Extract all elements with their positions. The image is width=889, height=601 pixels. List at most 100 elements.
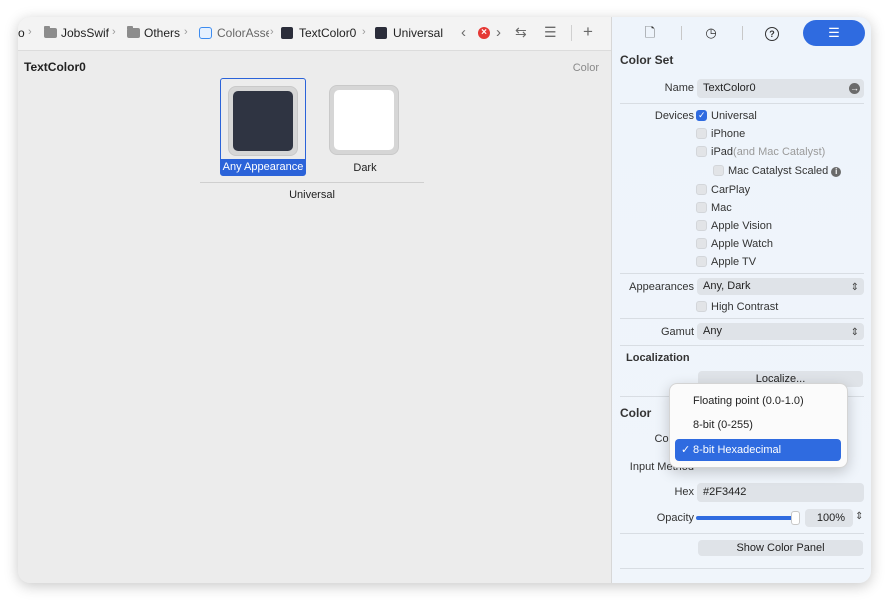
tab-divider	[742, 26, 743, 40]
updown-chevron-icon: ⇕	[850, 327, 859, 338]
color-well[interactable]	[228, 86, 298, 156]
checkbox[interactable]	[696, 128, 707, 139]
hex-value: #2F3442	[703, 486, 747, 498]
device-apple-tv-checkbox[interactable]: Apple TV	[696, 256, 756, 268]
history-inspector-tab[interactable]: ◷	[683, 20, 739, 46]
opacity-slider[interactable]	[696, 516, 800, 520]
stepper-icon[interactable]: ⇕	[855, 511, 863, 522]
section-heading-color-set: Color Set	[620, 53, 674, 67]
attributes-inspector-tab[interactable]: ☰	[803, 20, 865, 46]
color-preview	[233, 91, 293, 151]
file-icon: 🗋	[644, 25, 656, 40]
menu-item-label: Floating point (0.0-1.0)	[693, 395, 804, 407]
checkbox[interactable]	[696, 202, 707, 213]
device-universal-checkbox[interactable]: Universal	[696, 110, 757, 122]
breadcrumb-item[interactable]: ColorAsse	[199, 26, 269, 40]
checkbox[interactable]	[696, 256, 707, 267]
breadcrumb-separator: ›	[112, 26, 116, 38]
divider	[620, 533, 864, 534]
gamut-popup[interactable]: Any ⇕	[697, 323, 864, 340]
appearances-value: Any, Dark	[703, 280, 751, 292]
name-label: Name	[664, 82, 694, 94]
file-inspector-tab[interactable]: 🗋	[622, 20, 678, 46]
high-contrast-checkbox[interactable]: High Contrast	[696, 301, 778, 313]
appearances-popup[interactable]: Any, Dark ⇕	[697, 278, 864, 295]
group-divider	[200, 182, 424, 183]
slot-label: Dark	[353, 162, 377, 174]
device-ipad-checkbox[interactable]: iPad(and Mac Catalyst)	[696, 146, 825, 158]
device-mac-catalyst-scaled-checkbox[interactable]: Mac Catalyst Scaled i	[713, 165, 842, 177]
history-icon: ◷	[705, 25, 717, 40]
show-color-panel-button[interactable]: Show Color Panel	[698, 540, 863, 556]
checkbox-label: Mac Catalyst Scaled	[728, 165, 829, 177]
swap-arrows-icon[interactable]: ⇆	[515, 24, 527, 41]
menu-item-8bit[interactable]: 8-bit (0-255)	[675, 414, 841, 436]
xcode-window: o › JobsSwif › Others › ColorAsse › Text…	[18, 17, 871, 583]
checkbox[interactable]	[696, 220, 707, 231]
device-apple-vision-checkbox[interactable]: Apple Vision	[696, 220, 772, 232]
divider	[620, 318, 864, 319]
asset-editor: o › JobsSwif › Others › ColorAsse › Text…	[18, 17, 611, 583]
color-preview	[334, 90, 394, 150]
checkbox-label: Universal	[711, 110, 757, 122]
breadcrumb-item[interactable]: JobsSwif	[44, 26, 109, 40]
breadcrumb-item[interactable]: o	[18, 26, 25, 40]
menu-item-8bit-hex[interactable]: ✓ 8-bit Hexadecimal	[675, 439, 841, 461]
input-method-menu: Floating point (0.0-1.0) 8-bit (0-255) ✓…	[669, 383, 848, 468]
chevron-left-icon[interactable]: ‹	[461, 24, 466, 41]
checkbox-label: iPad	[711, 146, 734, 158]
folder-icon	[127, 26, 140, 38]
device-carplay-checkbox[interactable]: CarPlay	[696, 184, 750, 196]
menu-item-label: 8-bit Hexadecimal	[693, 444, 782, 456]
breadcrumb-item[interactable]: TextColor0	[281, 26, 356, 40]
opacity-slider-knob[interactable]	[791, 511, 800, 525]
breadcrumb-label: o	[18, 26, 25, 40]
hex-field[interactable]: #2F3442	[697, 483, 864, 502]
checkbox-label: Apple Watch	[711, 238, 773, 250]
jump-bar: o › JobsSwif › Others › ColorAsse › Text…	[18, 17, 611, 51]
group-label: Universal	[289, 189, 335, 201]
breadcrumb-label: JobsSwif	[61, 26, 110, 40]
checkbox-label: iPhone	[711, 128, 746, 140]
device-mac-checkbox[interactable]: Mac	[696, 202, 732, 214]
info-icon[interactable]: i	[831, 167, 842, 177]
name-field[interactable]: TextColor0 →	[697, 79, 864, 98]
menu-item-floating-point[interactable]: Floating point (0.0-1.0)	[675, 390, 841, 412]
breadcrumb-item[interactable]: Others	[127, 26, 180, 40]
checkmark-icon: ✓	[681, 444, 691, 456]
checkbox[interactable]	[696, 146, 707, 157]
color-well[interactable]	[329, 85, 399, 155]
color-slot-any-appearance[interactable]: Any Appearance	[220, 78, 306, 176]
inspector-tabs: 🗋 ◷ ? ☰	[612, 17, 871, 49]
device-apple-watch-checkbox[interactable]: Apple Watch	[696, 238, 773, 250]
gamut-label: Gamut	[660, 326, 694, 338]
error-icon[interactable]: ×	[478, 27, 490, 39]
device-iphone-checkbox[interactable]: iPhone	[696, 128, 745, 140]
appearances-label: Appearances	[629, 281, 694, 293]
lines-icon[interactable]: ☰	[544, 24, 557, 41]
opacity-field[interactable]: 100%	[805, 509, 853, 527]
inspector-panel: 🗋 ◷ ? ☰ Color Set Name TextColor0 → Devi…	[611, 17, 871, 583]
name-value: TextColor0	[703, 82, 756, 94]
breadcrumb-item[interactable]: Universal	[375, 26, 443, 40]
checkbox[interactable]	[713, 165, 724, 176]
breadcrumb-separator: ›	[28, 26, 32, 38]
checkbox-label: Mac	[711, 202, 732, 214]
help-inspector-tab[interactable]: ?	[744, 20, 800, 46]
checkbox-label: Apple TV	[711, 256, 757, 268]
checkbox-checked[interactable]	[696, 110, 707, 121]
checkbox[interactable]	[696, 301, 707, 312]
tab-divider	[681, 26, 682, 40]
checkbox[interactable]	[696, 238, 707, 249]
breadcrumb-label: TextColor0	[299, 26, 357, 40]
color-swatch-icon	[375, 27, 387, 39]
breadcrumb-label: ColorAsse	[217, 26, 269, 40]
checkbox[interactable]	[696, 184, 707, 195]
go-arrow-icon[interactable]: →	[849, 83, 860, 94]
chevron-right-icon[interactable]: ›	[496, 24, 501, 41]
color-slot-dark[interactable]: Dark	[322, 78, 408, 176]
attributes-icon: ☰	[828, 25, 840, 40]
hex-label: Hex	[674, 486, 694, 498]
plus-icon[interactable]: +	[583, 22, 593, 42]
checkbox-label: Apple Vision	[711, 220, 772, 232]
